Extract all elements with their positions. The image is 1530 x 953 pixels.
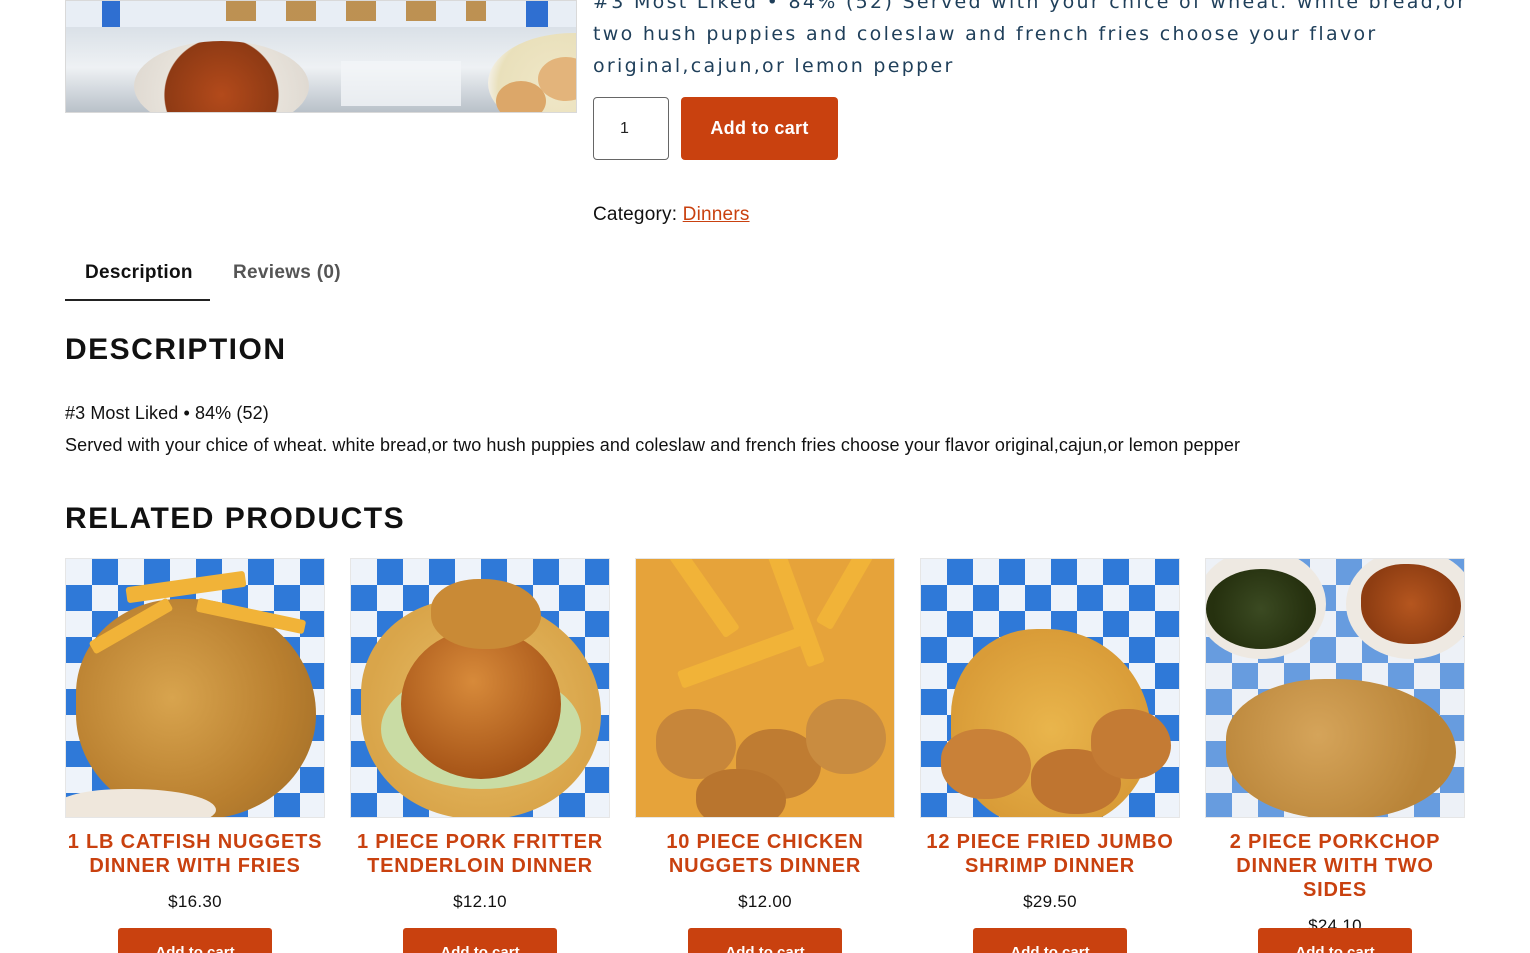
product-price: $12.00 [738,892,792,911]
category-link[interactable]: Dinners [683,204,750,225]
product-price: $12.10 [453,892,507,911]
thumb-spaghetti [1361,564,1461,644]
product-thumbnail[interactable] [920,558,1180,818]
thumb-shrimp [941,729,1031,799]
thumb-bun [401,629,561,779]
product-thumbnail[interactable] [1205,558,1465,818]
related-product-card: 1 LB CATFISH NUGGETS DINNER WITH FRIES $… [65,558,325,953]
add-to-cart-button[interactable]: Add to cart [688,928,842,953]
product-name[interactable]: 2 PIECE PORKCHOP DINNER WITH TWO SIDES [1205,830,1465,902]
image-checker-left [102,1,120,27]
thumb-fry [676,627,806,689]
product-name[interactable]: 10 PIECE CHICKEN NUGGETS DINNER [635,830,895,878]
add-to-cart-button[interactable]: Add to cart [1258,928,1412,953]
add-to-cart-button[interactable]: Add to cart [973,928,1127,953]
description-heading: DESCRIPTION [65,333,287,366]
thumb-nugget [806,699,886,774]
product-category: Category: Dinners [593,204,750,226]
thumb-shrimp [1091,709,1171,779]
related-product-card: 1 PIECE PORK FRITTER TENDERLOIN DINNER $… [350,558,610,953]
product-price: $29.50 [1023,892,1077,911]
product-thumbnail[interactable] [350,558,610,818]
product-name[interactable]: 1 LB CATFISH NUGGETS DINNER WITH FRIES [65,830,325,878]
related-product-card: 2 PIECE PORKCHOP DINNER WITH TWO SIDES $… [1205,558,1465,953]
product-short-description: #3 Most Liked • 84% (52) Served with you… [593,0,1468,77]
image-side-label [341,61,461,106]
tab-description[interactable]: Description [85,262,193,284]
thumb-nugget [656,709,736,779]
product-name[interactable]: 12 PIECE FRIED JUMBO SHRIMP DINNER [920,830,1180,878]
product-thumbnail[interactable] [65,558,325,818]
related-product-card: 12 PIECE FRIED JUMBO SHRIMP DINNER $29.5… [920,558,1180,953]
product-main-image[interactable] [65,0,577,113]
product-thumbnail[interactable] [635,558,895,818]
image-spaghetti-side [134,41,309,112]
description-line-1: #3 Most Liked • 84% (52) [65,403,269,423]
product-name[interactable]: 1 PIECE PORK FRITTER TENDERLOIN DINNER [350,830,610,878]
description-line-2: Served with your chice of wheat. white b… [65,435,1241,455]
image-hush-puppy-2 [496,81,546,112]
quantity-input[interactable] [593,97,669,160]
thumb-fry [662,559,740,639]
related-product-card: 10 PIECE CHICKEN NUGGETS DINNER $12.00 A… [635,558,895,953]
thumb-fritter [431,579,541,649]
tab-reviews[interactable]: Reviews (0) [233,262,341,284]
image-checker-right [526,1,548,27]
category-label: Category: [593,204,678,225]
thumb-greens [1206,569,1316,649]
thumb-fry [815,559,887,631]
image-fried-items [226,1,486,21]
add-to-cart-button[interactable]: Add to cart [681,97,838,160]
add-to-cart-button[interactable]: Add to cart [403,928,557,953]
related-products-heading: RELATED PRODUCTS [65,502,406,535]
product-price: $16.30 [168,892,222,911]
active-tab-indicator [65,299,210,301]
add-to-cart-button[interactable]: Add to cart [118,928,272,953]
